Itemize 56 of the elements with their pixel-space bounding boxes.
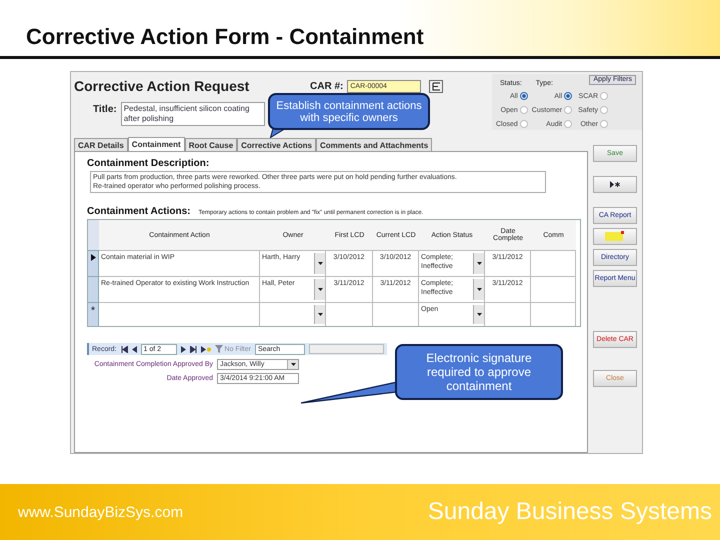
table-cell[interactable] (485, 302, 531, 326)
row-selector[interactable] (88, 250, 99, 276)
previous-record-icon[interactable] (132, 346, 137, 352)
new-record-icon[interactable] (200, 346, 211, 352)
table-cell[interactable] (531, 276, 576, 302)
radio-button[interactable] (564, 92, 572, 100)
table-cell[interactable] (531, 250, 576, 276)
slide-title: Corrective Action Form - Containment (26, 24, 424, 50)
website-address: www.SundayBizSys.com (18, 504, 184, 520)
section-heading: Containment Description: (87, 158, 210, 169)
radio-button[interactable] (600, 92, 608, 100)
dropdown-arrow-icon (318, 288, 322, 291)
owner-dropdown[interactable] (260, 302, 326, 326)
title-label: Title: (93, 103, 117, 115)
tab[interactable]: Root Cause (184, 138, 238, 151)
first-record-icon[interactable] (120, 346, 128, 352)
note-button[interactable] (593, 228, 637, 245)
table-cell[interactable] (531, 302, 576, 326)
tab[interactable]: CAR Details (74, 138, 128, 151)
radio-button[interactable] (520, 120, 528, 128)
dropdown-arrow-icon (476, 288, 482, 291)
callout-bubble: Electronic signature required to approve containment (395, 344, 563, 400)
grid-corner (88, 220, 99, 250)
table-cell[interactable] (99, 302, 260, 326)
radio-button[interactable] (520, 92, 528, 100)
section-heading: Containment Actions: (87, 206, 191, 217)
radio-button[interactable] (600, 106, 608, 114)
arrow-star-icon (610, 181, 620, 188)
car-label: CAR #: (310, 80, 344, 92)
dropdown-arrow-icon (476, 262, 482, 265)
dropdown-arrow-icon (318, 262, 322, 265)
company-name: Sunday Business Systems (428, 498, 712, 526)
radio-button[interactable] (600, 120, 608, 128)
next-record-icon[interactable] (180, 346, 186, 352)
radio-button[interactable] (520, 106, 528, 114)
new-record-button[interactable] (593, 176, 637, 193)
row-selector[interactable]: * (88, 302, 99, 326)
radio-button[interactable] (564, 106, 572, 114)
last-record-icon[interactable] (190, 346, 197, 352)
current-row-icon (90, 254, 96, 261)
lookup-button[interactable] (429, 80, 444, 92)
tab[interactable]: Containment (128, 137, 185, 151)
dropdown-arrow-icon (476, 313, 482, 316)
form-heading: Corrective Action Request (74, 78, 250, 94)
tab[interactable]: Comments and Attachments (316, 138, 432, 151)
dropdown-arrow-icon (318, 313, 322, 316)
table-cell[interactable] (373, 302, 419, 326)
tab[interactable]: Corrective Actions (237, 138, 316, 151)
title-field[interactable]: Pedestal, insufficient silicon coating after polishing (120, 102, 265, 126)
table-cell[interactable] (326, 302, 373, 326)
funnel-icon (214, 345, 223, 353)
dropdown-arrow-icon (290, 363, 296, 366)
horizontal-scrollbar[interactable] (308, 344, 384, 354)
radio-button[interactable] (564, 120, 572, 128)
note-icon (605, 231, 625, 242)
callout-bubble: Establish containment actions with specific owners (268, 93, 430, 130)
